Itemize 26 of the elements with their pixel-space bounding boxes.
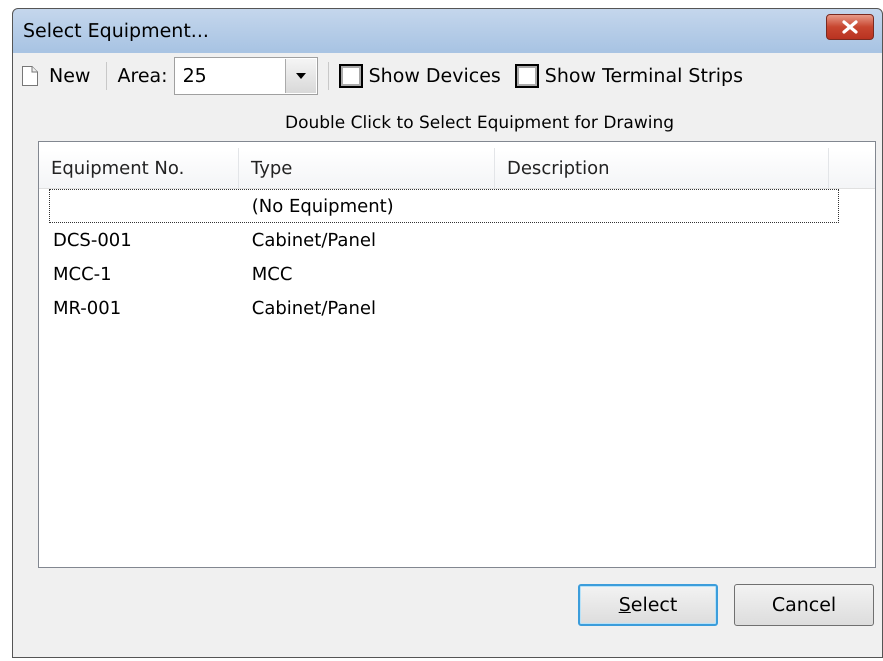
list-row[interactable]: MR-001 Cabinet/Panel xyxy=(49,291,839,325)
table-cell: MR-001 xyxy=(53,298,122,318)
cancel-button[interactable]: Cancel xyxy=(734,584,874,626)
close-button[interactable] xyxy=(826,14,874,40)
list-row[interactable]: DCS-001 Cabinet/Panel xyxy=(49,223,839,257)
table-cell: MCC xyxy=(252,264,292,284)
table-cell: Cabinet/Panel xyxy=(252,230,376,250)
checkbox[interactable]: Show Devices xyxy=(338,64,501,88)
column-header[interactable]: Type xyxy=(239,148,495,188)
column-header[interactable]: Description xyxy=(495,148,829,188)
area-dropdown[interactable]: 25 xyxy=(174,57,318,95)
table-cell: Cabinet/Panel xyxy=(252,298,376,318)
table-cell: DCS-001 xyxy=(53,230,132,250)
list-row[interactable]: MCC-1 MCC xyxy=(49,257,839,291)
checkbox[interactable]: Show Terminal Strips xyxy=(514,64,743,88)
document-icon xyxy=(21,65,39,87)
column-header[interactable]: Equipment No. xyxy=(39,148,239,188)
list-row[interactable]: (No Equipment) xyxy=(49,189,839,223)
new-button[interactable]: New xyxy=(21,65,96,87)
close-icon xyxy=(841,20,859,34)
instruction-text: Double Click to Select Equipment for Drawing xyxy=(284,112,676,135)
select-button[interactable]: Select xyxy=(578,584,718,626)
table-cell: (No Equipment) xyxy=(252,196,394,216)
window-title: Select Equipment... xyxy=(23,20,209,42)
table-cell: MCC-1 xyxy=(53,264,112,284)
area-label: Area: xyxy=(117,65,168,87)
